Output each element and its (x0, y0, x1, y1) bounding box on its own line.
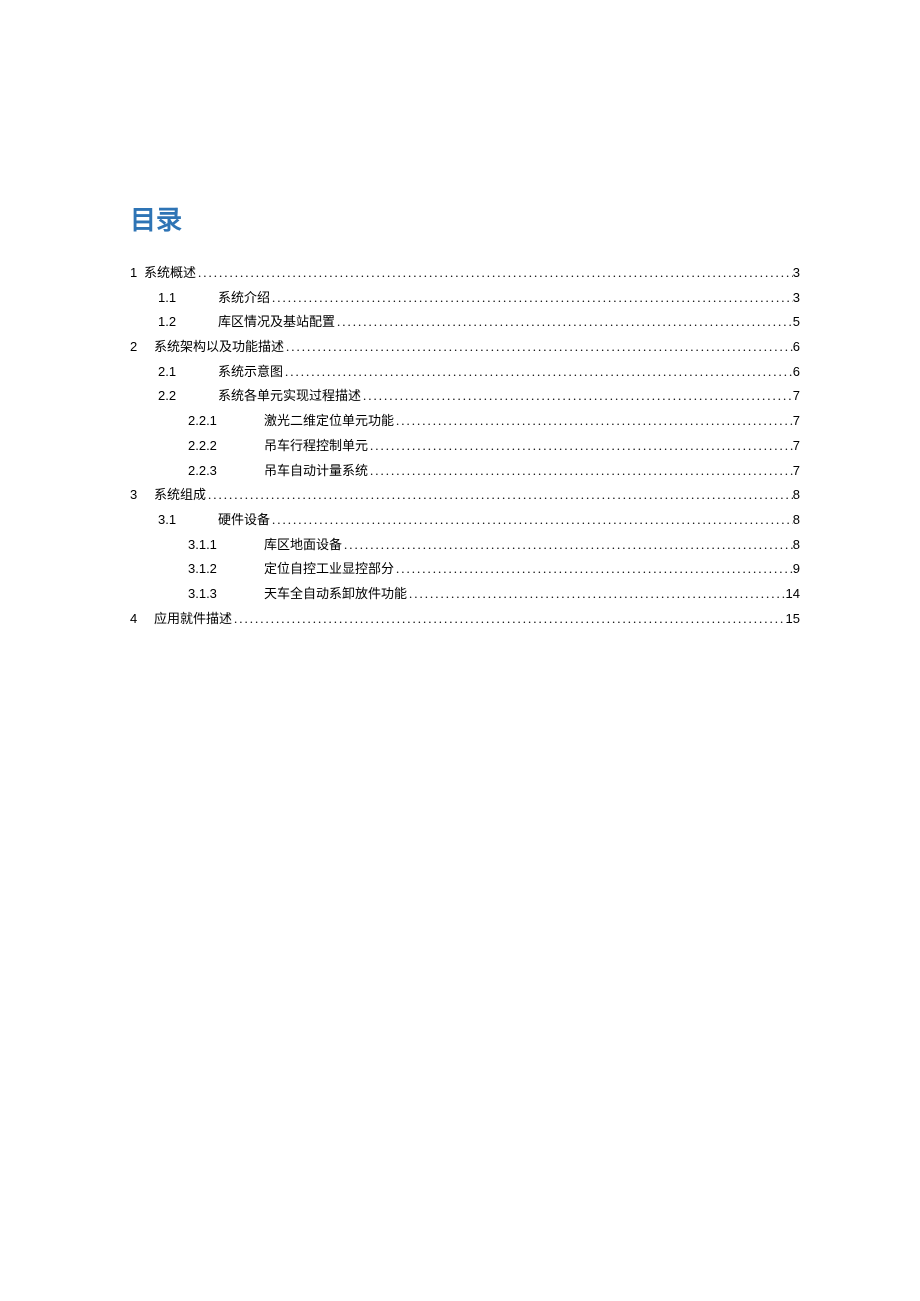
toc-entry-number: 4 (130, 607, 154, 632)
toc-entry-number: 2.2.2 (188, 434, 264, 459)
toc-entry-page: 7 (793, 434, 800, 459)
toc-leader-dots (232, 607, 786, 632)
toc-entry-number: 2.1 (158, 360, 218, 385)
toc-entry[interactable]: 2.2系统各单元实现过程描述 7 (130, 384, 800, 409)
toc-entry-number: 3 (130, 483, 154, 508)
toc-leader-dots (335, 310, 793, 335)
toc-entry-label: 激光二维定位单元功能 (264, 409, 394, 434)
toc-entry-label: 定位自控工业显控部分 (264, 557, 394, 582)
toc-entry[interactable]: 2.2.3吊车自动计量系统 7 (130, 459, 800, 484)
toc-entry-label: 库区情况及基站配置 (218, 310, 335, 335)
toc-entry-label: 系统组成 (154, 483, 206, 508)
toc-entry-number: 2.2.3 (188, 459, 264, 484)
toc-entry-number: 3.1.1 (188, 533, 264, 558)
toc-entry-page: 8 (793, 483, 800, 508)
toc-entry[interactable]: 2系统架构以及功能描述 6 (130, 335, 800, 360)
toc-leader-dots (270, 508, 793, 533)
toc-entry-label: 系统各单元实现过程描述 (218, 384, 361, 409)
toc-entry-label: 系统介绍 (218, 286, 270, 311)
toc-entry-label: 天车全自动系卸放件功能 (264, 582, 407, 607)
toc-entry[interactable]: 2.2.2吊车行程控制单元 7 (130, 434, 800, 459)
toc-entry[interactable]: 4应用就件描述 15 (130, 607, 800, 632)
toc-entry-label: 库区地面设备 (264, 533, 342, 558)
toc-entry-label: 系统示意图 (218, 360, 283, 385)
toc-entry-number: 1.2 (158, 310, 218, 335)
toc-entry-label: 系统概述 (144, 261, 196, 286)
toc-entry[interactable]: 1.1系统介绍 3 (130, 286, 800, 311)
toc-leader-dots (368, 434, 793, 459)
toc-entry-label: 硬件设备 (218, 508, 270, 533)
toc-entry-number: 3.1.3 (188, 582, 264, 607)
toc-entry-number: 2 (130, 335, 154, 360)
toc-entry-page: 6 (793, 335, 800, 360)
toc-entry[interactable]: 2.2.1激光二维定位单元功能 7 (130, 409, 800, 434)
toc-leader-dots (206, 483, 793, 508)
toc-entry[interactable]: 2.1系统示意图 6 (130, 360, 800, 385)
toc-entry[interactable]: 3.1.1库区地面设备 8 (130, 533, 800, 558)
toc-entry-page: 3 (793, 286, 800, 311)
toc-entry[interactable]: 3.1.2定位自控工业显控部分 9 (130, 557, 800, 582)
toc-entry-label: 吊车自动计量系统 (264, 459, 368, 484)
toc-leader-dots (196, 261, 793, 286)
toc-entry[interactable]: 1.2库区情况及基站配置 5 (130, 310, 800, 335)
toc-entry-page: 5 (793, 310, 800, 335)
toc-entry[interactable]: 3.1.3天车全自动系卸放件功能 14 (130, 582, 800, 607)
toc-entry-page: 14 (786, 582, 800, 607)
toc-leader-dots (394, 557, 793, 582)
toc-entry[interactable]: 3系统组成 8 (130, 483, 800, 508)
toc-leader-dots (361, 384, 793, 409)
toc-entry-label: 吊车行程控制单元 (264, 434, 368, 459)
toc-entry-page: 7 (793, 384, 800, 409)
toc-entry-page: 7 (793, 459, 800, 484)
toc-entry-page: 9 (793, 557, 800, 582)
toc-entry-label: 应用就件描述 (154, 607, 232, 632)
toc-leader-dots (394, 409, 793, 434)
toc-entry-number: 1 (130, 261, 144, 286)
toc-entry-page: 7 (793, 409, 800, 434)
toc-leader-dots (270, 286, 793, 311)
toc-leader-dots (284, 335, 793, 360)
toc-entry-number: 3.1 (158, 508, 218, 533)
toc-leader-dots (283, 360, 793, 385)
toc-entry[interactable]: 1 系统概述 3 (130, 261, 800, 286)
toc-entry-number: 1.1 (158, 286, 218, 311)
toc-leader-dots (368, 459, 793, 484)
toc-leader-dots (407, 582, 786, 607)
toc-entry-number: 3.1.2 (188, 557, 264, 582)
toc-entry-label: 系统架构以及功能描述 (154, 335, 284, 360)
toc-entry[interactable]: 3.1硬件设备 8 (130, 508, 800, 533)
toc-entry-number: 2.2 (158, 384, 218, 409)
toc-entry-number: 2.2.1 (188, 409, 264, 434)
toc-entry-page: 8 (793, 508, 800, 533)
toc-leader-dots (342, 533, 793, 558)
toc-entry-page: 6 (793, 360, 800, 385)
toc-entry-page: 3 (793, 261, 800, 286)
toc-entry-page: 8 (793, 533, 800, 558)
toc-title: 目录 (130, 200, 800, 237)
toc-list: 1 系统概述 3 1.1系统介绍 3 1.2库区情况及基站配置 5 2系统架构以及功能描述 6… (130, 261, 800, 631)
toc-entry-page: 15 (786, 607, 800, 632)
